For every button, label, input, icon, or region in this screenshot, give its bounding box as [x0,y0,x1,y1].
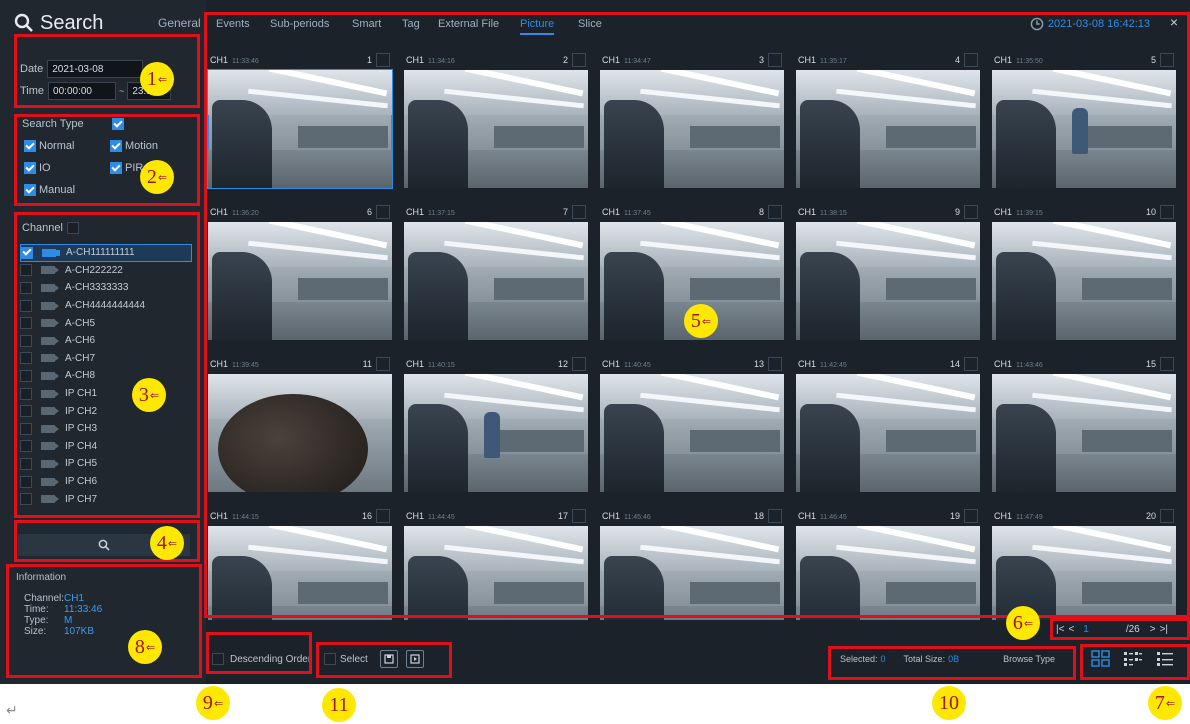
callout-frame-10 [828,646,1076,680]
callout-frame-6 [1050,618,1190,640]
callout-badge-3: 3 ⇐ [132,378,166,412]
callout-badge-7: 7 ⇐ [1148,686,1182,720]
search-icon [14,13,33,32]
badge-number: 8 [134,635,145,658]
arrow-icon: ⇐ [167,537,178,550]
arrow-icon: ⇐ [149,389,160,402]
title-text: Search [40,11,104,34]
arrow-icon: ⇐ [213,697,224,710]
callout-frame-9 [206,632,312,674]
arrow-icon: ⇐ [701,315,712,328]
badge-number: 5 [690,309,701,332]
callout-badge-10: 10 [932,686,966,720]
badge-number: 7 [1154,691,1165,714]
badge-number: 2 [146,165,157,188]
callout-badge-8: 8 ⇐ [128,630,162,664]
paragraph-mark: ↵ [6,702,18,718]
badge-number: 9 [202,691,213,714]
arrow-icon: ⇐ [1165,697,1176,710]
badge-number: 4 [156,531,167,554]
callout-frame-11 [316,642,452,678]
callout-badge-9: 9 ⇐ [196,686,230,720]
badge-number: 3 [138,383,149,406]
arrow-icon: ⇐ [145,641,156,654]
callout-badge-6: 6 ⇐ [1006,606,1040,640]
callout-badge-4: 4 ⇐ [150,526,184,560]
callout-frame-3 [14,212,200,518]
badge-number: 6 [1012,611,1023,634]
badge-number: 10 [939,691,959,714]
arrow-icon: ⇐ [157,73,168,86]
callout-badge-2: 2 ⇐ [140,160,174,194]
callout-badge-1: 1 ⇐ [140,62,174,96]
arrow-icon: ⇐ [157,171,168,184]
callout-frame-8 [6,564,202,678]
arrow-icon: ⇐ [1023,617,1034,630]
badge-number: 11 [329,693,349,716]
callout-frame-2 [14,114,200,206]
tab-general[interactable]: General [158,16,201,30]
badge-number: 1 [146,67,157,90]
callout-frame-7 [1080,644,1190,680]
callout-badge-5: 5 ⇐ [684,304,718,338]
callout-badge-11: 11 [322,688,356,722]
